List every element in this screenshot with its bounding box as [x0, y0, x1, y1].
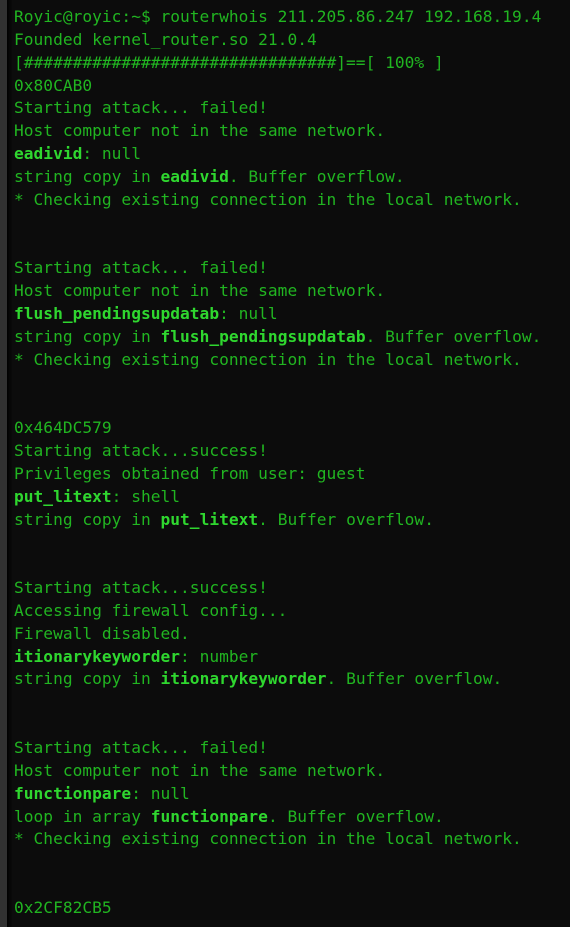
memory-address-line: 0x464DC579 [14, 418, 112, 438]
line-suffix-text: : number [180, 646, 259, 666]
terminal-output-line: Starting attack... failed! [14, 738, 268, 757]
terminal-output-line: Founded kernel_router.so 21.0.4 [14, 29, 317, 49]
symbol-name: flush_pendingsupdatab [14, 303, 220, 323]
line-prefix-text: string copy in [14, 326, 161, 346]
symbol-name: itionarykeyworder [160, 669, 327, 689]
symbol-name: functionpare [150, 806, 268, 826]
terminal-output-line: * Checking existing connection in the lo… [14, 349, 522, 369]
symbol-name: functionpare [14, 783, 132, 803]
terminal-output-line: * Checking existing connection in the lo… [14, 829, 522, 849]
terminal-output-line: Starting attack...success! [14, 441, 268, 461]
line-suffix-text: . Buffer overflow. [228, 166, 405, 186]
terminal-output-area[interactable]: Royic@royic:~$ routerwhois 211.205.86.24… [0, 0, 570, 927]
symbol-output-line: put_litext: shell [14, 486, 570, 509]
terminal-prompt-line: Royic@royic:~$ routerwhois 211.205.86.24… [14, 7, 542, 26]
symbol-name: eadivid [160, 166, 229, 186]
line-suffix-text: . Buffer overflow. [258, 509, 434, 529]
terminal-output-line: Starting attack... failed! [14, 98, 268, 118]
symbol-output-line: string copy in itionarykeyworder. Buffer… [14, 668, 570, 691]
symbol-output-line: itionarykeyworder: number [14, 646, 570, 669]
terminal-output-line: Host computer not in the same network. [14, 760, 386, 780]
symbol-name: itionarykeyworder [14, 646, 181, 666]
progress-bar-line: [################################]==[ 10… [14, 52, 444, 72]
terminal-output-line: * Checking existing connection in the lo… [14, 189, 522, 209]
terminal-output-line: Accessing firewall config... [14, 600, 288, 620]
line-suffix-text: : null [131, 783, 190, 803]
line-suffix-text: . Buffer overflow. [267, 806, 444, 826]
symbol-name: flush_pendingsupdatab [160, 326, 366, 346]
line-suffix-text: : null [82, 144, 141, 164]
terminal-output-line: Privileges obtained from user: guest [14, 463, 366, 483]
symbol-name: eadivid [14, 144, 83, 164]
memory-address-line: 0x80CAB0 [14, 75, 93, 95]
line-prefix-text: string copy in [14, 509, 161, 529]
symbol-output-line: string copy in flush_pendingsupdatab. Bu… [14, 326, 570, 349]
terminal-output-line: Firewall disabled. [14, 623, 190, 643]
terminal-window[interactable]: Royic@royic:~$ routerwhois 211.205.86.24… [0, 0, 570, 927]
memory-address-line: 0x2CF82CB5 [14, 897, 112, 917]
line-prefix-text: string copy in [14, 166, 161, 186]
terminal-output-line: Starting attack...success! [14, 578, 268, 598]
line-prefix-text: loop in array [14, 806, 151, 826]
symbol-name: put_litext [14, 486, 112, 506]
terminal-output-line: Starting attack... failed! [14, 258, 268, 278]
terminal-output-line: Host computer not in the same network. [14, 281, 386, 301]
symbol-name: put_litext [160, 509, 259, 529]
window-left-gutter [0, 0, 7, 927]
terminal-output-line: Host computer not in the same network. [14, 121, 386, 141]
symbol-output-line: functionpare: null [14, 783, 570, 806]
line-suffix-text: . Buffer overflow. [326, 669, 503, 689]
line-suffix-text: : shell [111, 486, 181, 506]
symbol-output-line: flush_pendingsupdatab: null [14, 303, 570, 326]
symbol-output-line: string copy in put_litext. Buffer overfl… [14, 509, 570, 532]
window-left-shadow [7, 0, 13, 927]
symbol-output-line: loop in array functionpare. Buffer overf… [14, 806, 570, 829]
line-suffix-text: . Buffer overflow. [365, 326, 542, 346]
symbol-output-line: eadivid: null [14, 143, 570, 166]
symbol-output-line: string copy in eadivid. Buffer overflow. [14, 166, 570, 189]
line-suffix-text: : null [219, 303, 278, 323]
line-prefix-text: string copy in [14, 669, 161, 689]
